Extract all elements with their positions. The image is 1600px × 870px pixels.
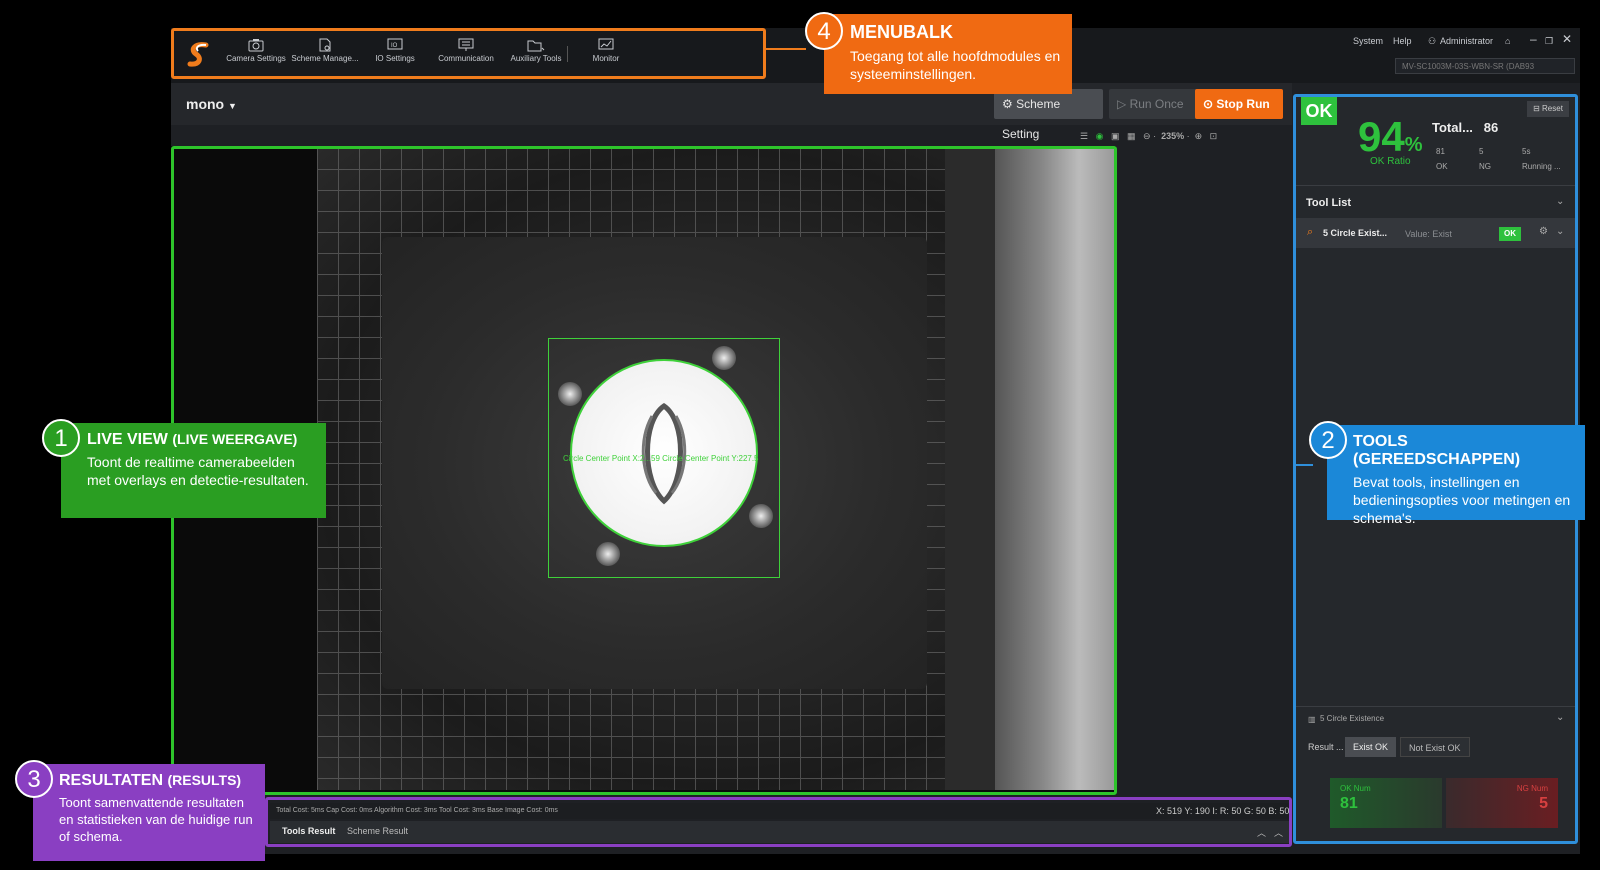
- callout-title: MENUBALK: [850, 22, 953, 42]
- fit-icon[interactable]: ⊡: [1210, 131, 1218, 141]
- callout-number: 1: [42, 419, 80, 457]
- callout-number: 2: [1309, 421, 1347, 459]
- callout-desc: Bevat tools, instellingen en bedieningso…: [1353, 474, 1571, 526]
- callout-tools: TOOLS (GEREEDSCHAPPEN) Bevat tools, inst…: [1327, 425, 1585, 526]
- run-once-button[interactable]: ▷ Run Once: [1109, 89, 1201, 119]
- run-once-label: Run Once: [1129, 97, 1184, 111]
- play-icon: ▷: [1117, 97, 1127, 111]
- close-icon[interactable]: ✕: [1562, 32, 1572, 46]
- image-icon[interactable]: ▣: [1111, 131, 1120, 141]
- user-name[interactable]: Administrator: [1440, 36, 1493, 46]
- scheme-name: mono: [186, 96, 225, 112]
- callout-title: LIVE VIEW (LIVE WEERGAVE): [87, 431, 316, 449]
- callout-title: TOOLS (GEREEDSCHAPPEN): [1353, 433, 1521, 468]
- results-highlight: [265, 797, 1292, 847]
- system-menu[interactable]: System: [1353, 36, 1383, 46]
- callout-number: 4: [805, 12, 843, 50]
- stop-icon: ⊙: [1203, 97, 1214, 111]
- align-icon[interactable]: ☰: [1080, 131, 1088, 141]
- connector-line: [766, 48, 806, 50]
- scheme-select[interactable]: mono ▼: [186, 96, 237, 112]
- user-icon: ⚇: [1428, 36, 1437, 46]
- callout-desc: Toegang tot alle hoofdmodules en systeem…: [850, 48, 1061, 82]
- zoom-level: 235%: [1161, 131, 1185, 141]
- caret-down-icon: ▼: [228, 101, 237, 111]
- callout-desc: Toont de realtime camerabeelden met over…: [87, 454, 309, 488]
- callout-title-main: LIVE VIEW: [87, 431, 168, 448]
- image-toolbar: ☰ ◉ ▣ ▦ ⊖ · 235% · ⊕ ⊡: [1080, 131, 1218, 141]
- callout-results: RESULTATEN (RESULTS) Toont samenvattende…: [33, 764, 265, 861]
- connector-line: [1293, 464, 1313, 466]
- layer-icon[interactable]: ◉: [1096, 131, 1104, 141]
- help-menu[interactable]: Help: [1393, 36, 1412, 46]
- device-select[interactable]: MV-SC1003M-03S-WBN-SR (DAB93: [1395, 58, 1575, 74]
- stop-run-label: Stop Run: [1216, 97, 1270, 111]
- callout-number: 3: [15, 760, 53, 798]
- stop-run-button[interactable]: ⊙ Stop Run: [1195, 89, 1283, 119]
- layout-icon[interactable]: ▦: [1127, 131, 1136, 141]
- callout-title-sub: (LIVE WEERGAVE): [172, 431, 298, 447]
- gear-icon: ⚙: [1002, 97, 1013, 111]
- menubar-highlight: [171, 28, 766, 79]
- restore-icon[interactable]: ❐: [1545, 36, 1553, 47]
- minimize-icon[interactable]: –: [1530, 32, 1537, 46]
- callout-title-main: RESULTATEN: [59, 772, 163, 789]
- zoom-in-icon[interactable]: ⊕: [1195, 131, 1203, 141]
- zoom-out-icon[interactable]: ⊖: [1143, 131, 1151, 141]
- callout-title-sub: (RESULTS): [167, 772, 242, 788]
- lock-icon[interactable]: ⌂: [1505, 36, 1510, 46]
- device-name: MV-SC1003M-03S-WBN-SR (DAB93: [1402, 62, 1535, 71]
- callout-menubalk: MENUBALK Toegang tot alle hoofdmodules e…: [824, 14, 1072, 94]
- callout-title: RESULTATEN (RESULTS): [59, 772, 257, 790]
- callout-live-view: LIVE VIEW (LIVE WEERGAVE) Toont de realt…: [61, 423, 326, 518]
- callout-desc: Toont samenvattende resultaten en statis…: [59, 795, 253, 844]
